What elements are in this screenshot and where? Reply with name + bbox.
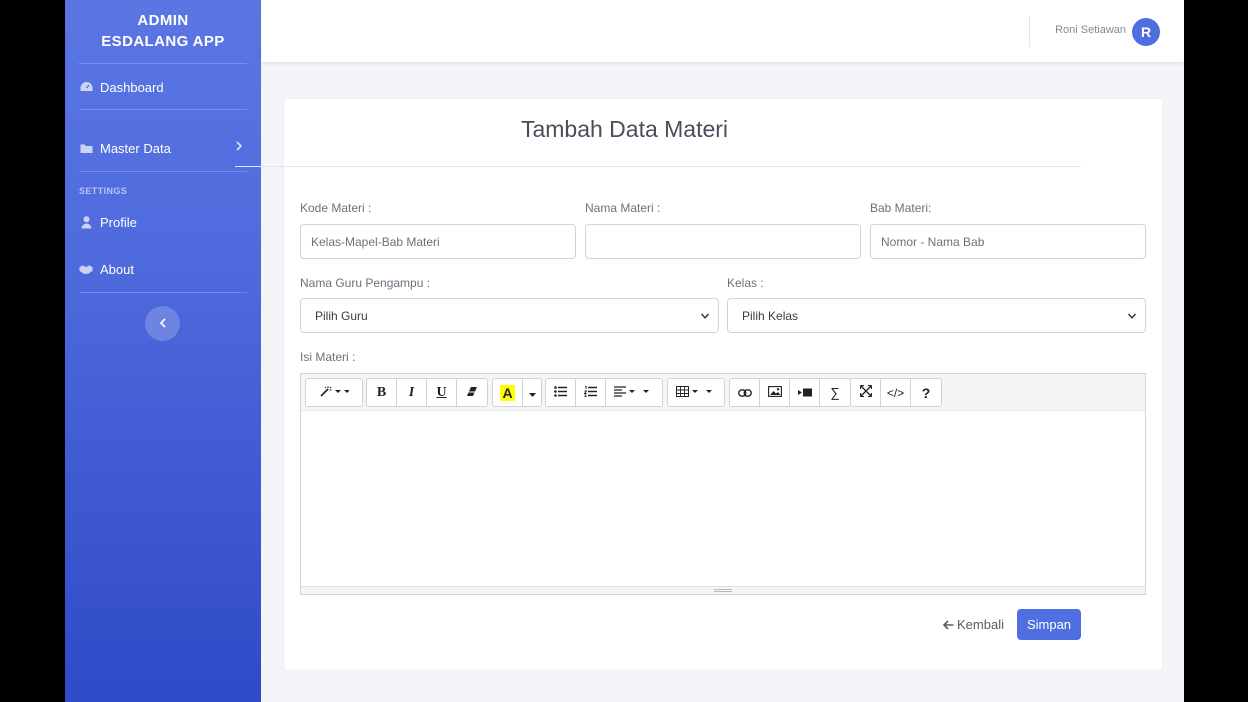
page-title: Tambah Data Materi [520, 116, 729, 142]
magic-wand-icon [319, 385, 350, 400]
kode-materi-label: Kode Materi : [300, 201, 372, 215]
toolbar-group-table [667, 378, 725, 407]
bab-materi-input[interactable] [870, 224, 1146, 259]
guru-select-value: Pilih Guru [315, 308, 368, 323]
kode-materi-input[interactable] [300, 224, 576, 259]
guru-label: Nama Guru Pengampu : [300, 276, 431, 290]
italic-button[interactable]: I [397, 379, 427, 406]
fullscreen-button[interactable] [851, 379, 881, 406]
toolbar-group-style [305, 378, 363, 407]
underline-button[interactable]: U [427, 379, 457, 406]
table-button[interactable] [668, 379, 724, 406]
kelas-select-value: Pilih Kelas [742, 308, 799, 323]
guru-select[interactable]: Pilih Guru [300, 298, 719, 333]
caret-down-icon [528, 385, 536, 400]
list-ol-icon [583, 385, 597, 400]
paragraph-align-button[interactable] [606, 379, 662, 406]
table-icon [676, 385, 716, 400]
chevron-down-icon [1127, 310, 1137, 320]
eraser-icon [466, 385, 478, 400]
toolbar-group-insert: ∑ [729, 378, 851, 407]
align-left-icon [614, 385, 654, 400]
chevron-down-icon [700, 310, 710, 320]
back-link[interactable]: Kembali [943, 617, 1004, 632]
toolbar-group-font: B I U [366, 378, 488, 407]
isi-materi-label: Isi Materi : [300, 350, 356, 364]
editor-content-area[interactable] [301, 411, 1145, 586]
ordered-list-button[interactable] [576, 379, 606, 406]
bab-materi-label: Bab Materi: [870, 201, 932, 215]
insert-video-button[interactable] [790, 379, 820, 406]
bold-button[interactable]: B [367, 379, 397, 406]
toolbar-group-para [545, 378, 663, 407]
insert-image-button[interactable] [760, 379, 790, 406]
color-dropdown-button[interactable] [523, 379, 541, 406]
clear-format-button[interactable] [457, 379, 487, 406]
style-dropdown-button[interactable] [306, 379, 362, 406]
editor-resize-bar[interactable] [301, 586, 1145, 594]
rich-text-editor: B I U A ∑ </> ? [300, 373, 1146, 595]
insert-math-button[interactable]: ∑ [820, 379, 850, 406]
toolbar-group-view: </> ? [850, 378, 942, 407]
kelas-select[interactable]: Pilih Kelas [727, 298, 1146, 333]
toolbar-group-color: A [492, 378, 542, 407]
nama-materi-label: Nama Materi : [585, 201, 661, 215]
unordered-list-button[interactable] [546, 379, 576, 406]
back-label: Kembali [957, 617, 1004, 632]
highlight-color-button[interactable]: A [493, 379, 523, 406]
save-button[interactable]: Simpan [1017, 609, 1081, 640]
link-icon [737, 385, 752, 400]
title-divider [235, 166, 1081, 167]
main-content [65, 0, 1184, 702]
expand-icon [859, 384, 872, 400]
image-icon [767, 385, 782, 400]
kelas-label: Kelas : [727, 276, 764, 290]
list-ul-icon [554, 385, 567, 400]
video-icon [797, 385, 812, 400]
editor-toolbar: B I U A ∑ </> ? [301, 374, 1145, 411]
highlight-letter: A [500, 384, 515, 401]
arrow-left-icon [943, 619, 954, 630]
resize-grip-icon [714, 589, 732, 592]
insert-link-button[interactable] [730, 379, 760, 406]
nama-materi-input[interactable] [585, 224, 861, 259]
help-button[interactable]: ? [911, 379, 941, 406]
code-view-button[interactable]: </> [881, 379, 911, 406]
